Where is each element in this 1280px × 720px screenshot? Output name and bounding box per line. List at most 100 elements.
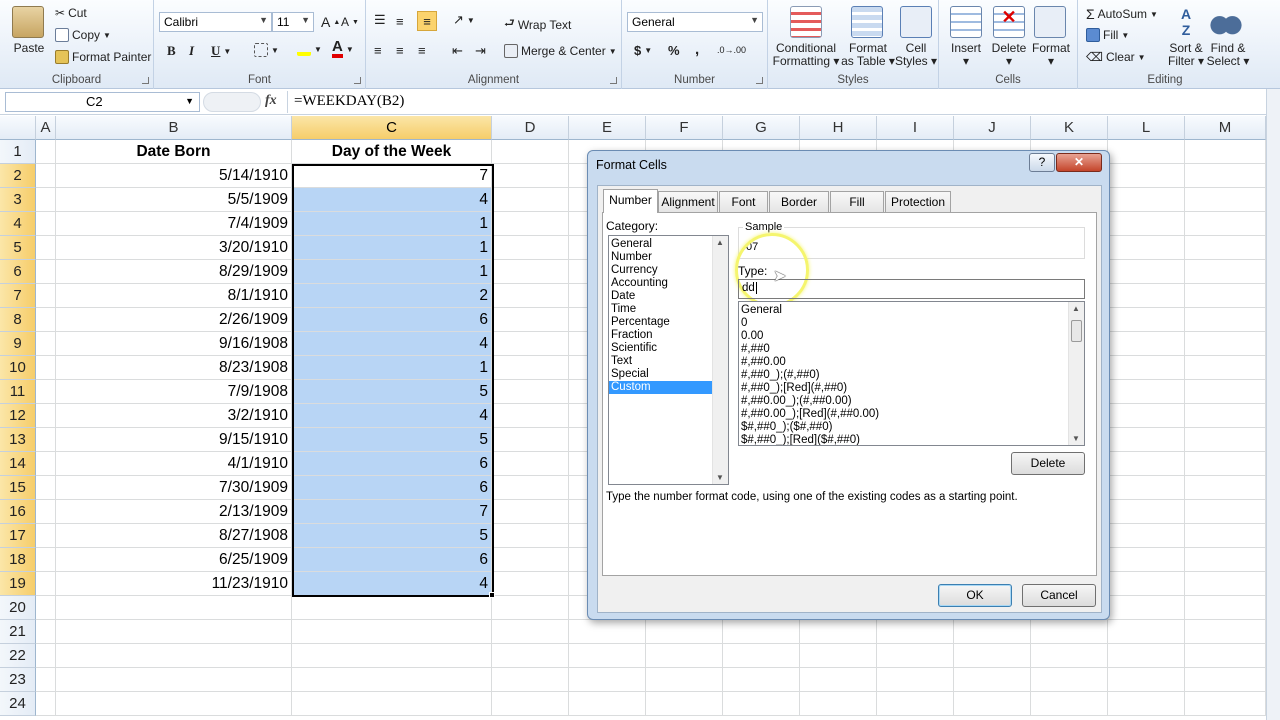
cell-styles-button[interactable]: Cell Styles ▾: [894, 42, 938, 68]
cell-b8[interactable]: 2/26/1909: [56, 308, 292, 332]
font-size-combo[interactable]: 11 ▼: [272, 12, 314, 32]
grid-cell[interactable]: [1185, 404, 1266, 428]
cell-b3[interactable]: 5/5/1909: [56, 188, 292, 212]
scroll-down-icon[interactable]: ▼: [1072, 434, 1080, 443]
grid-cell[interactable]: [1185, 476, 1266, 500]
cell-c3[interactable]: 4: [292, 188, 492, 212]
category-item-currency[interactable]: Currency: [609, 264, 712, 277]
grid-cell[interactable]: [492, 188, 569, 212]
category-item-percentage[interactable]: Percentage: [609, 316, 712, 329]
scroll-up-icon[interactable]: ▲: [716, 238, 724, 247]
cell-b6[interactable]: 8/29/1909: [56, 260, 292, 284]
tab-border[interactable]: Border: [769, 191, 829, 212]
grid-cell[interactable]: [36, 332, 56, 356]
row-header[interactable]: 14: [0, 452, 36, 476]
tab-protection[interactable]: Protection: [885, 191, 951, 212]
grid-cell[interactable]: [1185, 188, 1266, 212]
grid-cell[interactable]: [492, 356, 569, 380]
font-launcher-icon[interactable]: [354, 77, 361, 84]
row-header[interactable]: 15: [0, 476, 36, 500]
category-item-special[interactable]: Special: [609, 368, 712, 381]
tab-font[interactable]: Font: [719, 191, 768, 212]
cell-b11[interactable]: 7/9/1908: [56, 380, 292, 404]
cell-c6[interactable]: 1: [292, 260, 492, 284]
grid-cell[interactable]: [954, 644, 1031, 668]
column-header-d[interactable]: D: [492, 116, 569, 140]
category-item-number[interactable]: Number: [609, 251, 712, 264]
row-header[interactable]: 17: [0, 524, 36, 548]
category-item-date[interactable]: Date: [609, 290, 712, 303]
grid-cell[interactable]: [569, 692, 646, 716]
clear-button[interactable]: ⌫ Clear ▼: [1086, 50, 1146, 64]
formula-input[interactable]: =WEEKDAY(B2): [287, 91, 1266, 113]
grid-cell[interactable]: [1108, 140, 1185, 164]
grid-cell[interactable]: [36, 548, 56, 572]
row-header[interactable]: 3: [0, 188, 36, 212]
row-header[interactable]: 20: [0, 596, 36, 620]
grid-cell[interactable]: [1185, 596, 1266, 620]
cell-b17[interactable]: 8/27/1908: [56, 524, 292, 548]
grid-cell[interactable]: [1031, 644, 1108, 668]
cell-b22[interactable]: [56, 644, 292, 668]
category-list[interactable]: General Number Currency Accounting Date Time P…: [608, 235, 729, 485]
bold-button[interactable]: B: [167, 43, 176, 59]
grid-cell[interactable]: [36, 164, 56, 188]
grid-cell[interactable]: [492, 644, 569, 668]
grid-cell[interactable]: [492, 596, 569, 620]
grid-cell[interactable]: [1185, 260, 1266, 284]
row-header[interactable]: 16: [0, 500, 36, 524]
grid-cell[interactable]: [1108, 356, 1185, 380]
grid-cell[interactable]: [1108, 284, 1185, 308]
column-header-c[interactable]: C: [292, 116, 492, 140]
format-type-item[interactable]: #,##0.00_);[Red](#,##0.00): [739, 408, 1067, 421]
cell-c4[interactable]: 1: [292, 212, 492, 236]
grid-cell[interactable]: [723, 668, 800, 692]
grid-cell[interactable]: [1185, 236, 1266, 260]
grid-cell[interactable]: [1185, 356, 1266, 380]
cell-c18[interactable]: 6: [292, 548, 492, 572]
column-header-f[interactable]: F: [646, 116, 723, 140]
grid-cell[interactable]: [646, 668, 723, 692]
cell-c16[interactable]: 7: [292, 500, 492, 524]
grid-cell[interactable]: [1185, 212, 1266, 236]
grid-cell[interactable]: [492, 140, 569, 164]
grid-cell[interactable]: [1108, 476, 1185, 500]
category-item-custom[interactable]: Custom: [609, 381, 712, 394]
sort-filter-button[interactable]: Sort & Filter ▾: [1162, 42, 1210, 68]
cell-b24[interactable]: [56, 692, 292, 716]
grid-cell[interactable]: [1108, 500, 1185, 524]
row-header[interactable]: 9: [0, 332, 36, 356]
row-header[interactable]: 7: [0, 284, 36, 308]
fill-button[interactable]: Fill ▼: [1086, 28, 1129, 42]
font-name-combo[interactable]: Calibri ▼: [159, 12, 272, 32]
grid-cell[interactable]: [492, 668, 569, 692]
grid-cell[interactable]: [646, 692, 723, 716]
increase-decimal-icon[interactable]: .0→.00: [717, 45, 746, 55]
grid-cell[interactable]: [36, 596, 56, 620]
grid-cell[interactable]: [492, 572, 569, 596]
column-header-a[interactable]: A: [36, 116, 56, 140]
grid-cell[interactable]: [1108, 164, 1185, 188]
cut-button[interactable]: ✂ Cut: [55, 6, 87, 20]
grid-cell[interactable]: [1108, 308, 1185, 332]
row-header[interactable]: 12: [0, 404, 36, 428]
grid-cell[interactable]: [36, 428, 56, 452]
column-header-g[interactable]: G: [723, 116, 800, 140]
select-all-corner[interactable]: [0, 116, 36, 140]
wrap-text-button[interactable]: ⮐ Wrap Text: [504, 14, 571, 35]
row-header[interactable]: 2: [0, 164, 36, 188]
paste-button[interactable]: Paste: [10, 42, 48, 55]
grid-cell[interactable]: [646, 620, 723, 644]
grid-cell[interactable]: [569, 668, 646, 692]
font-color-button[interactable]: A ▼: [332, 39, 354, 58]
column-header-e[interactable]: E: [569, 116, 646, 140]
grid-cell[interactable]: [36, 308, 56, 332]
category-item-fraction[interactable]: Fraction: [609, 329, 712, 342]
grid-cell[interactable]: [1108, 380, 1185, 404]
grid-cell[interactable]: [1108, 260, 1185, 284]
grid-cell[interactable]: [492, 164, 569, 188]
grid-cell[interactable]: [954, 668, 1031, 692]
help-button[interactable]: ?: [1029, 153, 1055, 172]
cell-c1[interactable]: Day of the Week: [292, 140, 492, 164]
grid-cell[interactable]: [1185, 452, 1266, 476]
